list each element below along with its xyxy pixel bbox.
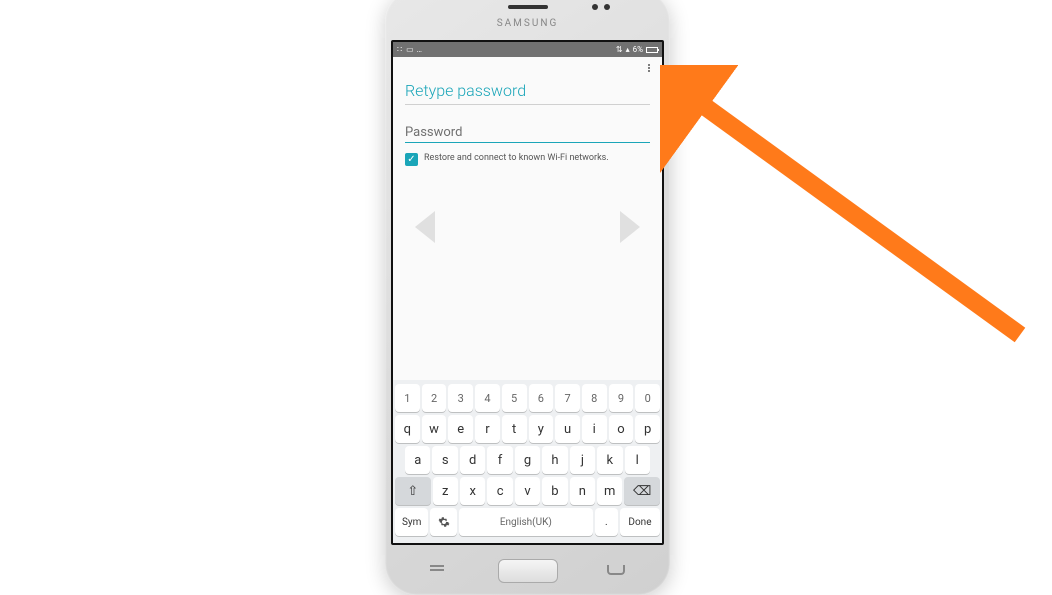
key-backspace[interactable]: ⌫ [624,477,660,505]
key-c[interactable]: c [487,477,512,505]
key-m[interactable]: m [597,477,622,505]
phone-frame: SAMSUNG ∷ ▭ … ⇅ ▴ 6% Retype password Pas… [385,0,670,595]
keyboard-row-z: ⇧ z x c v b n m ⌫ [395,477,660,505]
battery-percent: 6% [633,45,643,54]
wizard-nav [405,211,650,243]
status-dots-icon: ∷ [397,45,403,54]
wifi-restore-row[interactable]: ✓ Restore and connect to known Wi-Fi net… [405,153,650,166]
key-6[interactable]: 6 [529,384,554,412]
keyboard-row-q: q w e r t y u i o p [395,415,660,443]
phone-brand-label: SAMSUNG [497,18,559,29]
battery-icon [646,47,658,53]
key-8[interactable]: 8 [582,384,607,412]
key-o[interactable]: o [609,415,634,443]
key-done[interactable]: Done [620,508,660,536]
key-settings[interactable] [430,508,457,536]
key-2[interactable]: 2 [422,384,447,412]
key-x[interactable]: x [460,477,485,505]
phone-sensors [592,4,610,10]
key-h[interactable]: h [542,446,567,474]
key-space[interactable]: English(UK) [459,508,593,536]
key-a[interactable]: a [405,446,430,474]
phone-speaker [508,5,548,9]
key-period[interactable]: . [595,508,618,536]
key-shift[interactable]: ⇧ [395,477,431,505]
recents-capacitive-icon[interactable] [430,565,444,575]
key-p[interactable]: p [635,415,660,443]
wifi-restore-label: Restore and connect to known Wi-Fi netwo… [424,153,609,163]
key-f[interactable]: f [487,446,512,474]
next-arrow-icon[interactable] [620,211,640,243]
key-sym[interactable]: Sym [395,508,428,536]
key-9[interactable]: 9 [609,384,634,412]
overflow-menu-icon[interactable] [642,61,656,75]
key-b[interactable]: b [542,477,567,505]
checkbox-checked-icon[interactable]: ✓ [405,153,418,166]
password-input[interactable] [405,142,650,143]
key-l[interactable]: l [625,446,650,474]
back-capacitive-icon[interactable] [607,565,625,575]
password-field-label: Password [405,125,650,142]
key-q[interactable]: q [395,415,420,443]
key-v[interactable]: v [515,477,540,505]
on-screen-keyboard: 1 2 3 4 5 6 7 8 9 0 q w e r t y u i o [393,380,662,543]
key-0[interactable]: 0 [635,384,660,412]
key-7[interactable]: 7 [555,384,580,412]
key-y[interactable]: y [529,415,554,443]
status-more-icon: … [417,45,422,54]
keyboard-row-numbers: 1 2 3 4 5 6 7 8 9 0 [395,384,660,412]
key-s[interactable]: s [432,446,457,474]
app-header [393,57,662,75]
key-i[interactable]: i [582,415,607,443]
data-icon: ⇅ [616,45,623,54]
phone-screen: ∷ ▭ … ⇅ ▴ 6% Retype password Password ✓ … [391,40,664,545]
key-4[interactable]: 4 [475,384,500,412]
key-t[interactable]: t [502,415,527,443]
annotation-arrow-icon [660,65,1040,365]
gear-icon [438,516,450,528]
key-k[interactable]: k [597,446,622,474]
key-z[interactable]: z [433,477,458,505]
key-w[interactable]: w [422,415,447,443]
signal-icon: ▴ [626,45,630,54]
key-n[interactable]: n [570,477,595,505]
key-d[interactable]: d [460,446,485,474]
key-g[interactable]: g [515,446,540,474]
keyboard-row-a: a s d f g h j k l [395,446,660,474]
key-1[interactable]: 1 [395,384,420,412]
key-r[interactable]: r [475,415,500,443]
content-area: Retype password Password ✓ Restore and c… [393,75,662,380]
notification-icon: ▭ [406,45,414,54]
key-3[interactable]: 3 [448,384,473,412]
page-title: Retype password [405,81,650,105]
key-e[interactable]: e [448,415,473,443]
home-button[interactable] [498,559,558,583]
prev-arrow-icon[interactable] [415,211,435,243]
key-j[interactable]: j [570,446,595,474]
keyboard-row-bottom: Sym English(UK) . Done [395,508,660,536]
status-bar: ∷ ▭ … ⇅ ▴ 6% [393,42,662,57]
key-u[interactable]: u [555,415,580,443]
key-5[interactable]: 5 [502,384,527,412]
